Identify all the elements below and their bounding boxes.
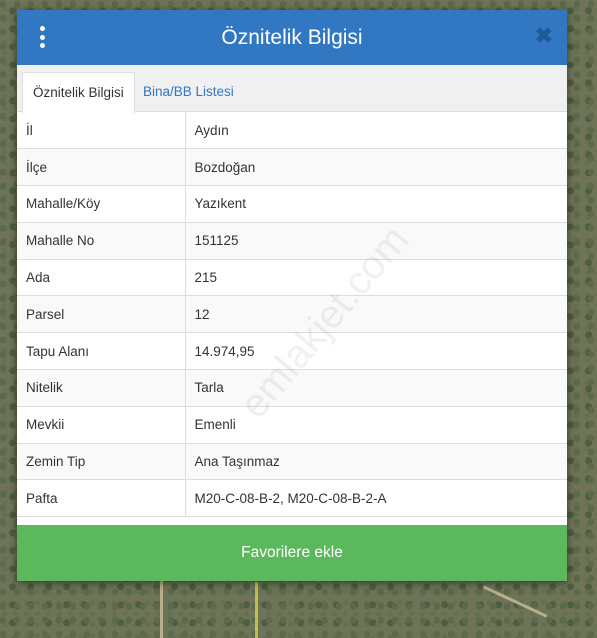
attribute-key: Parsel: [17, 295, 186, 334]
map-road: [482, 585, 548, 618]
tab-bar: Öznitelik Bilgisi Bina/BB Listesi: [17, 65, 567, 114]
tab-building-list[interactable]: Bina/BB Listesi: [133, 73, 244, 111]
attribute-key: Tapu Alanı: [17, 332, 186, 371]
vertical-ellipsis-icon[interactable]: [37, 26, 47, 48]
attribute-value: Yazıkent: [185, 185, 567, 223]
attribute-key: Pafta: [17, 479, 186, 518]
attribute-key: Nitelik: [17, 369, 186, 407]
table-row: Mevkii Emenli: [17, 406, 567, 444]
attribute-value: Aydın: [185, 112, 567, 150]
table-row: Mahalle No 151125: [17, 222, 567, 260]
table-row: İl Aydın: [17, 112, 567, 150]
table-row: Parsel 12: [17, 295, 567, 334]
attribute-value: 14.974,95: [185, 332, 567, 371]
attribute-key: Mahalle No: [17, 222, 186, 260]
attribute-value: 215: [185, 259, 567, 297]
attribute-key: Mevkii: [17, 406, 186, 444]
attribute-value: 12: [185, 295, 567, 334]
tab-attribute-info[interactable]: Öznitelik Bilgisi: [22, 72, 135, 114]
modal-header: Öznitelik Bilgisi ✖: [17, 10, 567, 65]
table-row: Mahalle/Köy Yazıkent: [17, 185, 567, 223]
modal-title: Öznitelik Bilgisi: [221, 25, 363, 49]
attribute-key: İl: [17, 112, 186, 150]
table-row: Nitelik Tarla: [17, 369, 567, 407]
map-road: [160, 580, 163, 638]
table-row: Zemin Tip Ana Taşınmaz: [17, 443, 567, 481]
attribute-value: Tarla: [185, 369, 567, 407]
add-to-favorites-button[interactable]: Favorilere ekle: [17, 525, 567, 581]
attribute-table: İl Aydın İlçe Bozdoğan Mahalle/Köy Yazıkent Ma…: [17, 112, 567, 518]
close-icon[interactable]: ✖: [535, 24, 553, 48]
attribute-key: Zemin Tip: [17, 443, 186, 481]
table-row: İlçe Bozdoğan: [17, 148, 567, 187]
attribute-value: 151125: [185, 222, 567, 260]
map-road: [255, 582, 258, 638]
attribute-value: Bozdoğan: [185, 148, 567, 187]
table-row: Ada 215: [17, 259, 567, 297]
table-row: Tapu Alanı 14.974,95: [17, 332, 567, 371]
attribute-key: İlçe: [17, 148, 186, 187]
attribute-info-modal: Öznitelik Bilgisi ✖ Öznitelik Bilgisi Bi…: [17, 10, 567, 581]
attribute-value: Ana Taşınmaz: [185, 443, 567, 481]
attribute-value: M20-C-08-B-2, M20-C-08-B-2-A: [185, 479, 567, 518]
attribute-key: Mahalle/Köy: [17, 185, 186, 223]
attribute-key: Ada: [17, 259, 186, 297]
table-row: Pafta M20-C-08-B-2, M20-C-08-B-2-A: [17, 479, 567, 518]
attribute-value: Emenli: [185, 406, 567, 444]
